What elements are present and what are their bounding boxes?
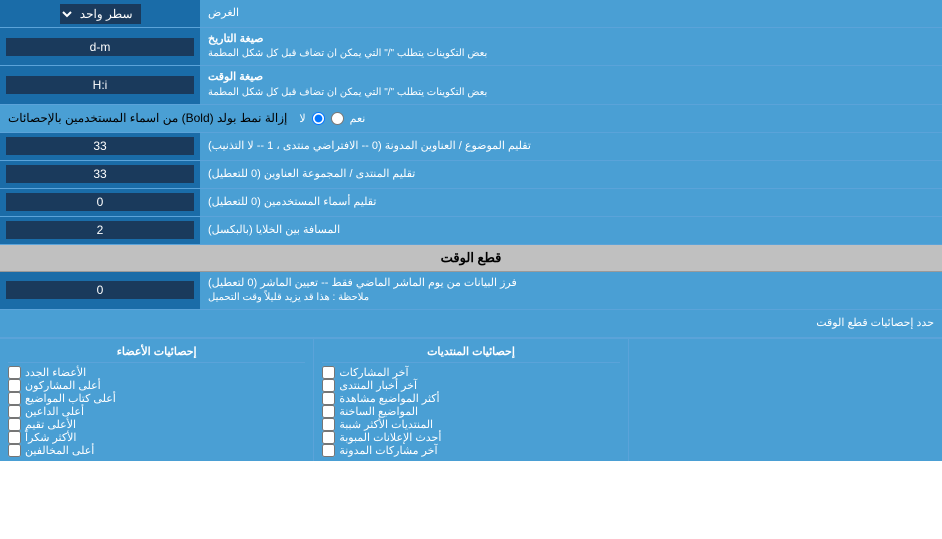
input-cell-ard: سطر واحد متعدد (0, 0, 200, 27)
row-cutoff: فرز البيانات من يوم الماشر الماضي فقط --… (0, 272, 942, 310)
radio-yes[interactable] (331, 112, 344, 125)
radio-yes-label: نعم (350, 112, 366, 125)
checkboxes-section: إحصائيات المنتديات آخر المشاركات آخر أخب… (0, 338, 942, 461)
label-subjects: تقليم الموضوع / العناوين المدونة (0 -- ا… (200, 133, 942, 160)
cb-popular-forums: المنتديات الأكثر شببة (322, 418, 619, 431)
ard-select[interactable]: سطر واحد متعدد (60, 4, 141, 24)
cb-most-thanked: الأكثر شكراً (8, 431, 305, 444)
subjects-input[interactable] (6, 137, 194, 155)
date-format-input[interactable] (6, 38, 194, 56)
label-stats-header: حدد إحصائيات قطع الوقت (0, 310, 942, 337)
distance-input[interactable] (6, 221, 194, 239)
cb-most-viewed: أكثر المواضيع مشاهدة (322, 392, 619, 405)
input-cell-distance (0, 217, 200, 244)
radio-no-label: لا (299, 112, 305, 125)
row-stats-header: حدد إحصائيات قطع الوقت (0, 310, 942, 338)
input-cell-time (0, 66, 200, 103)
input-cell-forum (0, 161, 200, 188)
forum-input[interactable] (6, 165, 194, 183)
radio-cell-bold: نعم لا إزالة نمط بولد (Bold) من اسماء ال… (0, 105, 942, 132)
cb-new-members: الأعضاء الجدد (8, 366, 305, 379)
cb-top-posters: أعلى المشاركون (8, 379, 305, 392)
label-bold: إزالة نمط بولد (Bold) من اسماء المستخدمي… (8, 111, 287, 125)
stats-side-label (628, 339, 942, 461)
row-time-format: صيغة الوقت بعض التكوينات يتطلب "/" التي … (0, 66, 942, 104)
usernames-input[interactable] (6, 193, 194, 211)
row-subjects: تقليم الموضوع / العناوين المدونة (0 -- ا… (0, 133, 942, 161)
row-usernames: تقليم أسماء المستخدمين (0 للتعطيل) (0, 189, 942, 217)
section-header-cutoff: قطع الوقت (0, 245, 942, 272)
cb-top-authors: أعلى كتاب المواضيع (8, 392, 305, 405)
label-forum: تقليم المنتدى / المجموعة العناوين (0 للت… (200, 161, 942, 188)
col-content-stats: إحصائيات المنتديات آخر المشاركات آخر أخب… (313, 339, 627, 461)
cb-last-noted: آخر مشاركات المدونة (322, 444, 619, 457)
cb-top-online: أعلى الداعين (8, 405, 305, 418)
cb-last-posts: آخر المشاركات (322, 366, 619, 379)
col-content-header: إحصائيات المنتديات (322, 343, 619, 363)
row-forum: تقليم المنتدى / المجموعة العناوين (0 للت… (0, 161, 942, 189)
col-member-stats: إحصائيات الأعضاء الأعضاء الجدد أعلى المش… (0, 339, 313, 461)
cb-last-news: آخر أخبار المنتدى (322, 379, 619, 392)
label-distance: المسافة بين الخلايا (بالبكسل) (200, 217, 942, 244)
cutoff-input[interactable] (6, 281, 194, 299)
row-distance: المسافة بين الخلايا (بالبكسل) (0, 217, 942, 245)
input-cell-date (0, 28, 200, 65)
label-ard: الغرض (200, 0, 942, 27)
row-bold: نعم لا إزالة نمط بولد (Bold) من اسماء ال… (0, 105, 942, 133)
cb-top-rated: الأعلى تقيم (8, 418, 305, 431)
label-date-format: صيغة التاريخ بعض التكوينات يتطلب "/" الت… (200, 28, 942, 65)
cb-new-events: أحدث الإعلانات المبوبة (322, 431, 619, 444)
input-cell-usernames (0, 189, 200, 216)
input-cell-cutoff (0, 272, 200, 309)
col-member-header: إحصائيات الأعضاء (8, 343, 305, 363)
row-ard: الغرض سطر واحد متعدد (0, 0, 942, 28)
row-date-format: صيغة التاريخ بعض التكوينات يتطلب "/" الت… (0, 28, 942, 66)
label-cutoff: فرز البيانات من يوم الماشر الماضي فقط --… (200, 272, 942, 309)
cb-hot-topics: المواضيع الساخنة (322, 405, 619, 418)
radio-no[interactable] (312, 112, 325, 125)
radio-group-bold: نعم لا (299, 112, 365, 125)
cb-top-violators: أعلى المخالفين (8, 444, 305, 457)
time-format-input[interactable] (6, 76, 194, 94)
label-time-format: صيغة الوقت بعض التكوينات يتطلب "/" التي … (200, 66, 942, 103)
input-cell-subjects (0, 133, 200, 160)
label-usernames: تقليم أسماء المستخدمين (0 للتعطيل) (200, 189, 942, 216)
